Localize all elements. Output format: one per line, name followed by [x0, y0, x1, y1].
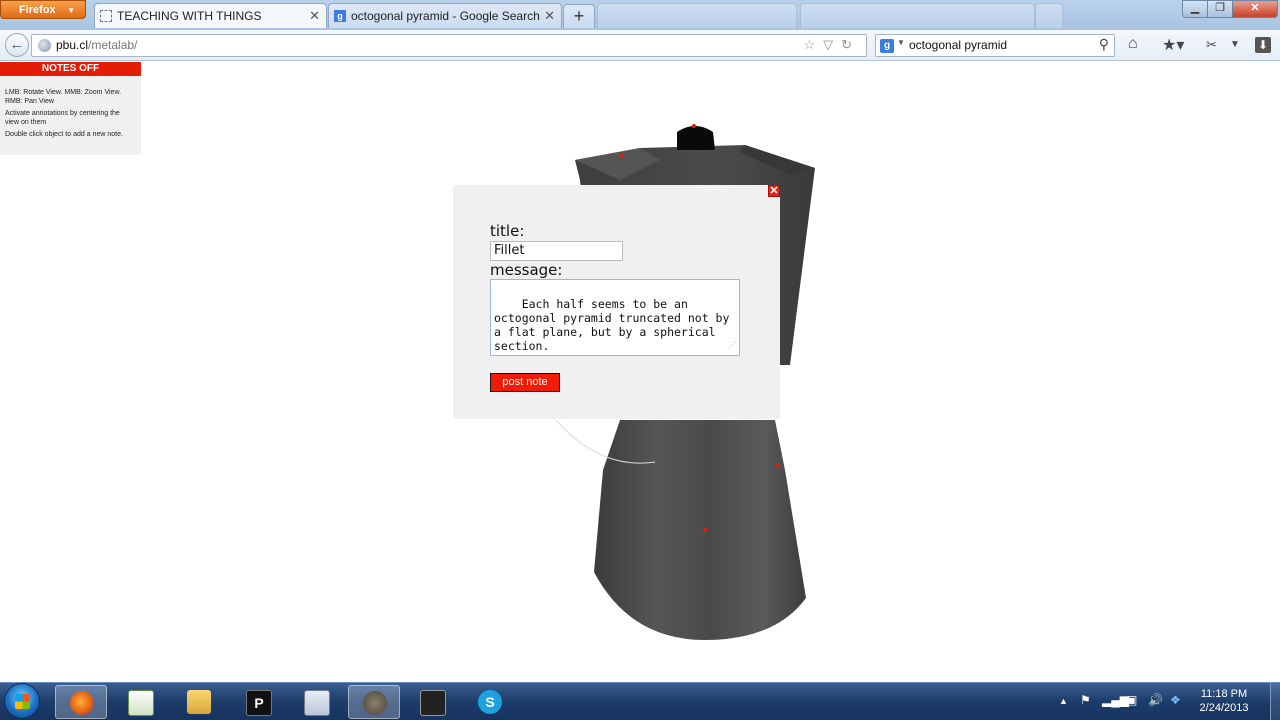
annotation-marker[interactable] — [776, 463, 780, 467]
new-note-dialog: ✕ title: Fillet message: Each half seems… — [453, 185, 780, 419]
skype-icon: S — [478, 690, 502, 714]
clock-time: 11:18 PM — [1200, 688, 1248, 700]
tray-expand-icon[interactable]: ▲ — [1059, 696, 1068, 706]
taskbar-app-p[interactable]: P — [232, 685, 284, 719]
firefox-icon — [70, 691, 94, 715]
show-desktop-button[interactable] — [1270, 683, 1280, 720]
post-note-button[interactable]: post note — [490, 373, 560, 392]
moka-pot-knob[interactable] — [677, 126, 715, 150]
taskbar-app-notepad[interactable] — [114, 685, 166, 719]
annotation-marker[interactable] — [692, 124, 696, 128]
taskbar-app-gimp[interactable] — [348, 685, 400, 719]
title-input[interactable]: Fillet — [490, 241, 623, 261]
gimp-icon — [363, 691, 387, 715]
taskbar-app-calculator[interactable] — [290, 685, 342, 719]
annotation-marker[interactable] — [619, 154, 623, 158]
rhino-icon — [420, 690, 446, 716]
device-icon[interactable]: ▣ — [1126, 693, 1137, 707]
taskbar-app-skype[interactable]: S — [464, 685, 516, 719]
system-clock[interactable]: 11:18 PM 2/24/2013 — [1180, 687, 1268, 715]
taskbar-app-file-explorer[interactable] — [173, 685, 225, 719]
start-button[interactable] — [4, 683, 40, 719]
resize-grip-icon[interactable]: ⋰ — [728, 339, 736, 353]
clock-date: 2/24/2013 — [1199, 702, 1249, 714]
calculator-icon — [304, 690, 330, 716]
title-label: title: — [490, 222, 525, 240]
message-textarea[interactable]: Each half seems to be an octogonal pyram… — [490, 279, 740, 356]
folder-icon — [187, 690, 211, 714]
annotation-marker[interactable] — [703, 528, 707, 532]
taskbar-app-firefox[interactable] — [55, 685, 107, 719]
message-text: Each half seems to be an octogonal pyram… — [494, 297, 737, 353]
message-label: message: — [490, 261, 563, 279]
taskbar-app-rhino[interactable] — [406, 685, 458, 719]
close-icon[interactable]: ✕ — [768, 185, 780, 197]
p-app-icon: P — [246, 690, 272, 716]
notepad-icon — [128, 690, 154, 716]
moka-pot-lower-chamber[interactable] — [594, 420, 806, 640]
volume-icon[interactable]: 🔊 — [1148, 693, 1163, 707]
windows-logo-icon — [15, 694, 30, 709]
network-icon[interactable]: ▂▄▆ — [1102, 693, 1129, 707]
action-center-flag-icon[interactable]: ⚑ — [1080, 693, 1091, 707]
